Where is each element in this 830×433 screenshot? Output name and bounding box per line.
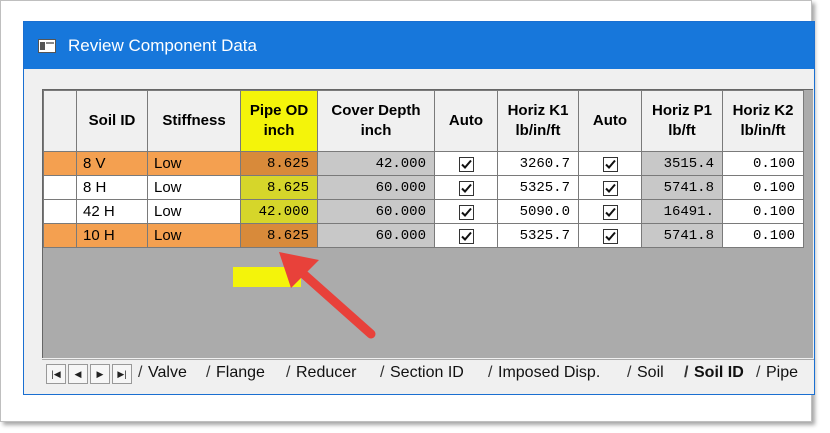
- tab-flange[interactable]: / Flange: [206, 362, 265, 384]
- horiz-k2-cell[interactable]: 0.100: [722, 151, 804, 176]
- cover-depth-cell[interactable]: 60.000: [317, 199, 435, 224]
- tab-imposed-disp[interactable]: / Imposed Disp.: [488, 362, 600, 384]
- col-header-horiz-p1[interactable]: Horiz P1 lb/ft: [641, 90, 723, 152]
- pipe-od-cell[interactable]: 8.625: [240, 175, 318, 200]
- col-header-horiz-k1[interactable]: Horiz K1 lb/in/ft: [497, 90, 579, 152]
- checkbox-checked-icon[interactable]: [602, 180, 618, 196]
- table-row[interactable]: 8 H Low 8.625 60.000 5325.7 5741.8 0.100: [43, 175, 804, 200]
- corner-header: [43, 90, 77, 152]
- component-table: Soil ID Stiffness Pipe OD inch Cover Dept…: [43, 90, 804, 248]
- row-header[interactable]: [43, 175, 77, 200]
- tab-section-id[interactable]: / Section ID: [380, 362, 464, 384]
- stiffness-cell[interactable]: Low: [147, 175, 241, 200]
- col-header-auto-1[interactable]: Auto: [434, 90, 498, 152]
- col-header-auto-2[interactable]: Auto: [578, 90, 642, 152]
- checkbox-checked-icon[interactable]: [458, 228, 474, 244]
- soil-id-cell[interactable]: 42 H: [76, 199, 148, 224]
- col-header-horiz-k2[interactable]: Horiz K2 lb/in/ft: [722, 90, 804, 152]
- col-header-soil-id[interactable]: Soil ID: [76, 90, 148, 152]
- pipe-od-cell[interactable]: 42.000: [240, 199, 318, 224]
- checkbox-checked-icon[interactable]: [458, 204, 474, 220]
- window-icon: [38, 39, 56, 53]
- stiffness-cell[interactable]: Low: [147, 151, 241, 176]
- prev-icon[interactable]: ◀: [68, 364, 88, 384]
- cover-depth-cell[interactable]: 60.000: [317, 223, 435, 248]
- checkbox-checked-icon[interactable]: [602, 204, 618, 220]
- checkbox-checked-icon[interactable]: [458, 180, 474, 196]
- horiz-k1-cell[interactable]: 5090.0: [497, 199, 579, 224]
- checkbox-checked-icon[interactable]: [602, 156, 618, 172]
- auto-checkbox-cell[interactable]: [434, 199, 498, 224]
- tab-valve[interactable]: / Valve: [138, 362, 187, 384]
- first-icon[interactable]: |◀: [46, 364, 66, 384]
- auto-checkbox-cell[interactable]: [434, 175, 498, 200]
- tab-pipe[interactable]: / Pipe: [756, 362, 798, 384]
- data-grid[interactable]: Soil ID Stiffness Pipe OD inch Cover Dept…: [42, 89, 813, 358]
- horiz-p1-cell[interactable]: 3515.4: [641, 151, 723, 176]
- pipe-od-cell[interactable]: 8.625: [240, 151, 318, 176]
- soil-id-cell[interactable]: 8 V: [76, 151, 148, 176]
- stiffness-cell[interactable]: Low: [147, 199, 241, 224]
- horiz-k2-cell[interactable]: 0.100: [722, 199, 804, 224]
- last-icon[interactable]: ▶|: [112, 364, 132, 384]
- col-header-stiffness[interactable]: Stiffness: [147, 90, 241, 152]
- title-bar[interactable]: Review Component Data: [24, 22, 814, 69]
- horiz-p1-cell[interactable]: 5741.8: [641, 223, 723, 248]
- horiz-k1-cell[interactable]: 5325.7: [497, 223, 579, 248]
- auto-checkbox-cell[interactable]: [578, 175, 642, 200]
- sheet-tab-bar: |◀ ◀ ▶ ▶| / Valve / Flange / Reducer / Secti…: [42, 359, 814, 386]
- pipe-od-cell[interactable]: 8.625: [240, 223, 318, 248]
- row-header[interactable]: [43, 199, 77, 224]
- horiz-k2-cell[interactable]: 0.100: [722, 223, 804, 248]
- red-arrow-annotation: [279, 252, 376, 339]
- tab-soil[interactable]: / Soil: [627, 362, 664, 384]
- soil-id-cell[interactable]: 8 H: [76, 175, 148, 200]
- auto-checkbox-cell[interactable]: [578, 223, 642, 248]
- horiz-k1-cell[interactable]: 3260.7: [497, 151, 579, 176]
- stiffness-cell[interactable]: Low: [147, 223, 241, 248]
- col-header-pipe-od[interactable]: Pipe OD inch: [240, 90, 318, 152]
- auto-checkbox-cell[interactable]: [434, 223, 498, 248]
- table-row[interactable]: 10 H Low 8.625 60.000 5325.7 5741.8 0.10…: [43, 223, 804, 248]
- tab-reducer[interactable]: / Reducer: [286, 362, 356, 384]
- tab-soil-id[interactable]: / Soil ID: [684, 362, 744, 384]
- row-header[interactable]: [43, 223, 77, 248]
- row-header[interactable]: [43, 151, 77, 176]
- window-client: Soil ID Stiffness Pipe OD inch Cover Dept…: [24, 69, 814, 394]
- horiz-p1-cell[interactable]: 16491.: [641, 199, 723, 224]
- col-header-cover-depth[interactable]: Cover Depth inch: [317, 90, 435, 152]
- table-row[interactable]: 8 V Low 8.625 42.000 3260.7 3515.4 0.100: [43, 151, 804, 176]
- screenshot-frame: Review Component Data Soil ID Stiffness …: [0, 0, 815, 422]
- header-row: Soil ID Stiffness Pipe OD inch Cover Dept…: [43, 90, 804, 152]
- horiz-k2-cell[interactable]: 0.100: [722, 175, 804, 200]
- auto-checkbox-cell[interactable]: [578, 151, 642, 176]
- checkbox-checked-icon[interactable]: [602, 228, 618, 244]
- auto-checkbox-cell[interactable]: [434, 151, 498, 176]
- horiz-p1-cell[interactable]: 5741.8: [641, 175, 723, 200]
- soil-id-cell[interactable]: 10 H: [76, 223, 148, 248]
- horiz-k1-cell[interactable]: 5325.7: [497, 175, 579, 200]
- checkbox-checked-icon[interactable]: [458, 156, 474, 172]
- auto-checkbox-cell[interactable]: [578, 199, 642, 224]
- table-row[interactable]: 42 H Low 42.000 60.000 5090.0 16491. 0.1…: [43, 199, 804, 224]
- review-window: Review Component Data Soil ID Stiffness …: [23, 21, 815, 395]
- next-icon[interactable]: ▶: [90, 364, 110, 384]
- cover-depth-cell[interactable]: 42.000: [317, 151, 435, 176]
- window-title: Review Component Data: [68, 36, 257, 55]
- cover-depth-cell[interactable]: 60.000: [317, 175, 435, 200]
